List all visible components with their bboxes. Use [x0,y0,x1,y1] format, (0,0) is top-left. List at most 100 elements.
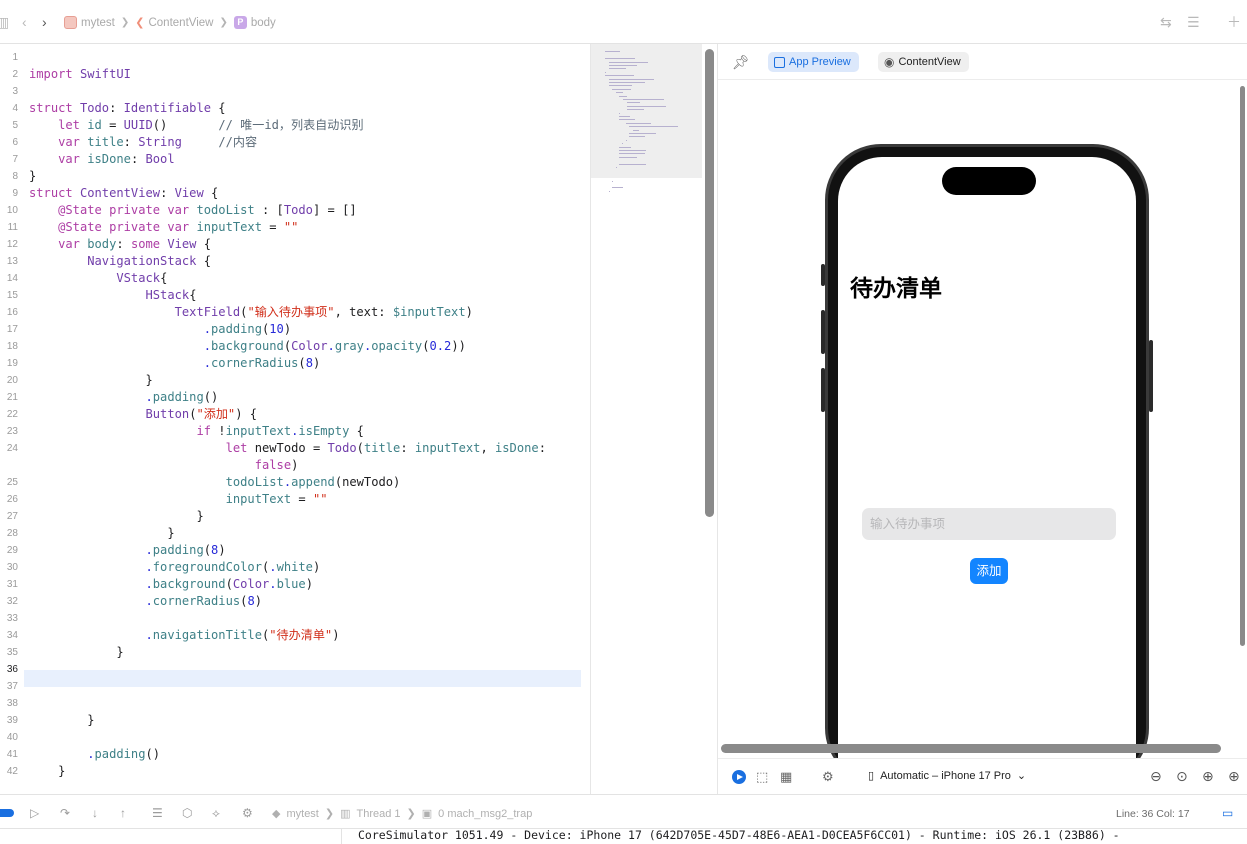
add-editor-icon[interactable]: ＋ [1227,14,1241,30]
code-line[interactable]: 38 [0,695,590,712]
code-line[interactable]: 36 [0,661,590,678]
environment-icon[interactable]: ⟡ [212,806,220,821]
pin-icon[interactable]: 📌︎ [732,54,750,71]
line-number: 36 [6,664,18,675]
swap-icon[interactable]: ⇆ [1160,14,1172,30]
minimap-line [612,180,614,182]
code-line[interactable]: 18 .background(Color.gray.opacity(0.2)) [0,338,590,355]
code-line[interactable]: 41 .padding() [0,746,590,763]
device-selector[interactable]: ▯ Automatic – iPhone 17 Pro ⌄ [868,769,1026,783]
code-line[interactable]: 27 } [0,508,590,525]
code-line[interactable]: 16 TextField("输入待办事项", text: $inputText) [0,304,590,321]
add-button[interactable]: 添加 [970,558,1008,584]
minimap-line [619,146,632,148]
line-number: 11 [7,222,18,233]
code-line[interactable]: 6 var title: String //内容 [0,134,590,151]
view-hierarchy-icon[interactable]: ☰ [152,806,163,820]
code-line[interactable]: 14 VStack{ [0,270,590,287]
code-line[interactable]: 17 .padding(10) [0,321,590,338]
line-number: 18 [6,341,18,352]
breadcrumb-file[interactable]: ❮ ContentView [135,16,213,30]
code-line[interactable]: 21 .padding() [0,389,590,406]
line-number: 20 [6,375,18,386]
code-line[interactable]: 40 [0,729,590,746]
continue-icon[interactable]: ▷ [30,806,39,820]
line-number: 37 [6,681,18,692]
code-text: if !inputText.isEmpty { [196,424,364,438]
code-line[interactable]: 10 @State private var todoList : [Todo] … [0,202,590,219]
step-over-icon[interactable]: ↷ [60,806,70,820]
line-number: 35 [6,647,18,658]
inspector-toggle-icon[interactable]: ▭ [1222,806,1233,820]
step-into-icon[interactable]: ↓ [92,806,98,820]
code-line[interactable]: 12 var body: some View { [0,236,590,253]
tab-app-preview[interactable]: App Preview [768,52,859,72]
live-mode-icon[interactable] [732,770,746,784]
preview-vertical-scrollbar[interactable] [1240,86,1245,646]
zoom-in-icon[interactable]: ⊕ [1202,768,1214,785]
code-editor[interactable]: 1 2 import SwiftUI 3 4 struct Todo: Identifia… [0,44,590,794]
memory-graph-icon[interactable]: ⬡ [182,806,192,820]
code-line[interactable]: 29 .padding(8) [0,542,590,559]
code-line[interactable]: 42 } [0,763,590,780]
code-text: @State private var todoList : [Todo] = [… [58,203,357,217]
preview-horizontal-scrollbar[interactable] [721,744,1221,753]
code-line[interactable]: 2 import SwiftUI [0,66,590,83]
code-line[interactable]: 37 [0,678,590,695]
zoom-actual-icon[interactable]: ⊕ [1228,768,1240,785]
code-line[interactable]: 24 let newTodo = Todo(title: inputText, … [0,440,590,457]
code-text: .padding() [87,747,161,761]
selectable-mode-icon[interactable]: ⬚ [756,769,768,785]
code-line[interactable]: 4 struct Todo: Identifiable { [0,100,590,117]
tab-content-view[interactable]: ◉ ContentView [878,52,969,72]
zoom-out-icon[interactable]: ⊖ [1150,768,1162,785]
code-line[interactable]: 11 @State private var inputText = "" [0,219,590,236]
debug-area-toggle[interactable] [0,809,14,817]
code-line[interactable]: 35 } [0,644,590,661]
sidebar-toggle-icon[interactable]: ▥ [0,14,9,30]
code-line[interactable]: 33 [0,610,590,627]
minimap[interactable] [590,44,718,794]
forward-icon[interactable]: › [42,14,47,30]
code-line[interactable]: 15 HStack{ [0,287,590,304]
code-line[interactable]: 23 if !inputText.isEmpty { [0,423,590,440]
code-line[interactable]: 5 let id = UUID() // 唯一id，列表自动识别 [0,117,590,134]
location-icon[interactable]: ⚙ [242,806,253,820]
code-line[interactable]: 25 todoList.append(newTodo) [0,474,590,491]
editor-options-icon[interactable]: ☰ [1187,14,1200,30]
line-number: 2 [12,69,18,80]
code-line[interactable]: 34 .navigationTitle("待办清单") [0,627,590,644]
code-line[interactable]: 13 NavigationStack { [0,253,590,270]
todo-input-field[interactable]: 输入待办事项 [862,508,1116,540]
action-button [821,264,825,286]
code-line[interactable]: 32 .cornerRadius(8) [0,593,590,610]
code-line[interactable]: 30 .foregroundColor(.white) [0,559,590,576]
code-line[interactable]: 22 Button("添加") { [0,406,590,423]
code-line[interactable]: 20 } [0,372,590,389]
console-area: CoreSimulator 1051.49 - Device: iPhone 1… [0,828,1247,844]
breadcrumb-project[interactable]: mytest [64,16,115,29]
variants-icon[interactable]: ▦ [780,769,792,785]
code-line[interactable]: 26 inputText = "" [0,491,590,508]
zoom-to-fit-icon[interactable]: ⊙ [1176,768,1188,785]
code-line[interactable]: 19 .cornerRadius(8) [0,355,590,372]
code-line[interactable]: false) [0,457,590,474]
line-number: 31 [6,579,18,590]
step-out-icon[interactable]: ↑ [120,806,126,820]
code-line[interactable]: 7 var isDone: Bool [0,151,590,168]
back-icon[interactable]: ‹ [22,14,27,30]
device-settings-icon[interactable]: ⚙ [822,769,834,785]
chevron-right-icon: ❯ [219,17,228,28]
code-line[interactable]: 3 [0,83,590,100]
code-line[interactable]: 31 .background(Color.blue) [0,576,590,593]
code-line[interactable]: 9 struct ContentView: View { [0,185,590,202]
code-line[interactable]: 8} [0,168,590,185]
code-line[interactable]: 28 } [0,525,590,542]
volume-down-button [821,368,825,412]
breadcrumb-symbol[interactable]: P body [233,16,276,29]
code-line[interactable]: 1 [0,49,590,66]
editor-scrollbar[interactable] [705,49,714,517]
code-line[interactable]: 39 } [0,712,590,729]
line-number: 1 [12,52,18,63]
line-number: 12 [6,239,18,250]
